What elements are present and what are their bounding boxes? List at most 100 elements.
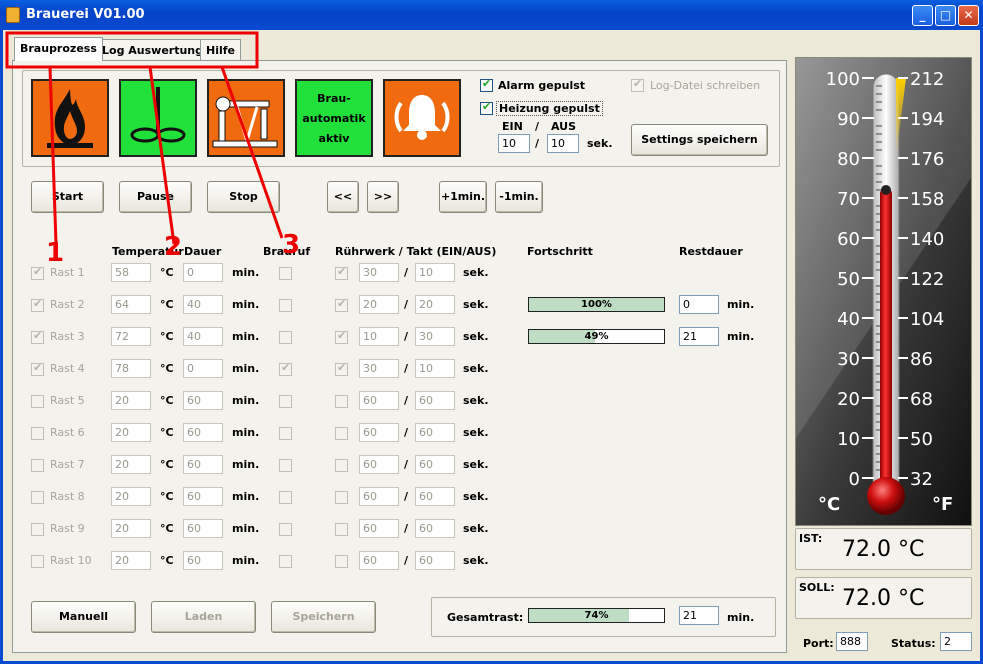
- rast-brauruf-checkbox[interactable]: [279, 555, 292, 568]
- minus-1-min-button[interactable]: -1min.: [495, 181, 543, 213]
- pause-button[interactable]: Pause: [119, 181, 192, 213]
- rast-dauer-input[interactable]: 60: [183, 455, 223, 474]
- start-button[interactable]: Start: [31, 181, 104, 213]
- rast-temp-input[interactable]: 20: [111, 455, 151, 474]
- rast-dauer-input[interactable]: 40: [183, 295, 223, 314]
- rast-enable-checkbox[interactable]: [31, 555, 44, 568]
- rast-enable-checkbox[interactable]: [31, 427, 44, 440]
- rast-temp-input[interactable]: 78: [111, 359, 151, 378]
- rast-restdauer-input[interactable]: 0: [679, 295, 719, 314]
- rast-enable-checkbox[interactable]: [31, 265, 44, 280]
- rast-ruehrwerk-checkbox[interactable]: [335, 555, 348, 568]
- fahrenheit-tick-label: 212: [910, 69, 944, 90]
- settings-speichern-button[interactable]: Settings speichern: [631, 124, 768, 156]
- rast-ruehrwerk-checkbox[interactable]: [335, 297, 348, 312]
- rast-takt-ein-input[interactable]: 60: [359, 551, 399, 570]
- rast-temp-input[interactable]: 20: [111, 551, 151, 570]
- port-input[interactable]: 888: [836, 632, 868, 651]
- rast-temp-input[interactable]: 20: [111, 519, 151, 538]
- plus-1-min-button[interactable]: +1min.: [439, 181, 487, 213]
- rast-dauer-input[interactable]: 60: [183, 551, 223, 570]
- rast-dauer-input[interactable]: 60: [183, 391, 223, 410]
- rast-dauer-input[interactable]: 0: [183, 359, 223, 378]
- rast-brauruf-checkbox[interactable]: [279, 427, 292, 440]
- rast-dauer-input[interactable]: 60: [183, 519, 223, 538]
- rast-dauer-input[interactable]: 60: [183, 423, 223, 442]
- rast-takt-aus-input[interactable]: 20: [415, 295, 455, 314]
- rast-brauruf-checkbox[interactable]: [279, 491, 292, 504]
- rast-dauer-input[interactable]: 60: [183, 487, 223, 506]
- heizung-gepulst-checkbox[interactable]: [480, 100, 493, 115]
- rast-enable-checkbox[interactable]: [31, 297, 44, 312]
- rast-ruehrwerk-checkbox[interactable]: [335, 491, 348, 504]
- rast-ruehrwerk-checkbox[interactable]: [335, 265, 348, 280]
- laden-button[interactable]: Laden: [151, 601, 256, 633]
- rast-brauruf-checkbox[interactable]: [279, 331, 292, 344]
- forward-button[interactable]: >>: [367, 181, 399, 213]
- rast-ruehrwerk-checkbox[interactable]: [335, 395, 348, 408]
- rast-sek-unit: sek.: [463, 522, 489, 535]
- rast-takt-aus-input[interactable]: 10: [415, 359, 455, 378]
- rast-enable-checkbox[interactable]: [31, 361, 44, 376]
- rast-takt-ein-input[interactable]: 30: [359, 263, 399, 282]
- rast-takt-ein-input[interactable]: 10: [359, 327, 399, 346]
- rast-brauruf-checkbox[interactable]: [279, 459, 292, 472]
- maximize-button[interactable]: □: [935, 5, 956, 26]
- rast-takt-aus-input[interactable]: 60: [415, 455, 455, 474]
- tab-brauprozess[interactable]: Brauprozess: [14, 37, 103, 61]
- close-button[interactable]: ✕: [958, 5, 979, 26]
- tab-log-auswertung[interactable]: Log Auswertung: [96, 39, 210, 61]
- rast-takt-ein-input[interactable]: 60: [359, 519, 399, 538]
- stop-button[interactable]: Stop: [207, 181, 280, 213]
- rast-takt-aus-input[interactable]: 60: [415, 391, 455, 410]
- rast-takt-ein-input[interactable]: 30: [359, 359, 399, 378]
- rast-temp-input[interactable]: 58: [111, 263, 151, 282]
- manuell-button[interactable]: Manuell: [31, 601, 136, 633]
- rast-ruehrwerk-checkbox[interactable]: [335, 523, 348, 536]
- rast-takt-aus-input[interactable]: 60: [415, 551, 455, 570]
- rast-brauruf-checkbox[interactable]: [279, 395, 292, 408]
- rast-enable-checkbox[interactable]: [31, 459, 44, 472]
- rast-takt-ein-input[interactable]: 60: [359, 487, 399, 506]
- rast-temp-input[interactable]: 20: [111, 487, 151, 506]
- speichern-button[interactable]: Speichern: [271, 601, 376, 633]
- rast-restdauer-input[interactable]: 21: [679, 327, 719, 346]
- rast-temp-input[interactable]: 20: [111, 391, 151, 410]
- rast-brauruf-checkbox[interactable]: [279, 361, 292, 376]
- rast-takt-aus-input[interactable]: 60: [415, 519, 455, 538]
- tab-hilfe[interactable]: Hilfe: [200, 39, 241, 61]
- rast-enable-checkbox[interactable]: [31, 329, 44, 344]
- heizung-aus-input[interactable]: 10: [547, 134, 579, 153]
- rast-ruehrwerk-checkbox[interactable]: [335, 427, 348, 440]
- rast-takt-ein-input[interactable]: 60: [359, 391, 399, 410]
- rast-dauer-input[interactable]: 0: [183, 263, 223, 282]
- rast-temp-input[interactable]: 72: [111, 327, 151, 346]
- rast-ruehrwerk-checkbox[interactable]: [335, 329, 348, 344]
- rast-takt-ein-input[interactable]: 20: [359, 295, 399, 314]
- rast-takt-aus-input[interactable]: 10: [415, 263, 455, 282]
- rast-temp-input[interactable]: 20: [111, 423, 151, 442]
- rast-takt-ein-input[interactable]: 60: [359, 455, 399, 474]
- rast-dauer-input[interactable]: 40: [183, 327, 223, 346]
- minimize-button[interactable]: _: [912, 5, 933, 26]
- rast-takt-aus-input[interactable]: 60: [415, 487, 455, 506]
- gesamtrast-rest-input[interactable]: 21: [679, 606, 719, 625]
- rast-takt-ein-input[interactable]: 60: [359, 423, 399, 442]
- status-input[interactable]: 2: [940, 632, 972, 651]
- log-datei-checkbox[interactable]: [631, 77, 644, 92]
- rast-ruehrwerk-checkbox[interactable]: [335, 361, 348, 376]
- rast-brauruf-checkbox[interactable]: [279, 267, 292, 280]
- rast-takt-aus-input[interactable]: 60: [415, 423, 455, 442]
- rast-enable-checkbox[interactable]: [31, 491, 44, 504]
- rast-takt-aus-input[interactable]: 30: [415, 327, 455, 346]
- rast-brauruf-checkbox[interactable]: [279, 299, 292, 312]
- rast-temp-input[interactable]: 64: [111, 295, 151, 314]
- rast-enable-checkbox[interactable]: [31, 523, 44, 536]
- rast-enable-checkbox[interactable]: [31, 395, 44, 408]
- rast-ruehrwerk-checkbox[interactable]: [335, 459, 348, 472]
- mercury-top-marker: [881, 185, 891, 195]
- rast-brauruf-checkbox[interactable]: [279, 523, 292, 536]
- back-button[interactable]: <<: [327, 181, 359, 213]
- heizung-ein-input[interactable]: 10: [498, 134, 530, 153]
- alarm-gepulst-checkbox[interactable]: [480, 77, 493, 92]
